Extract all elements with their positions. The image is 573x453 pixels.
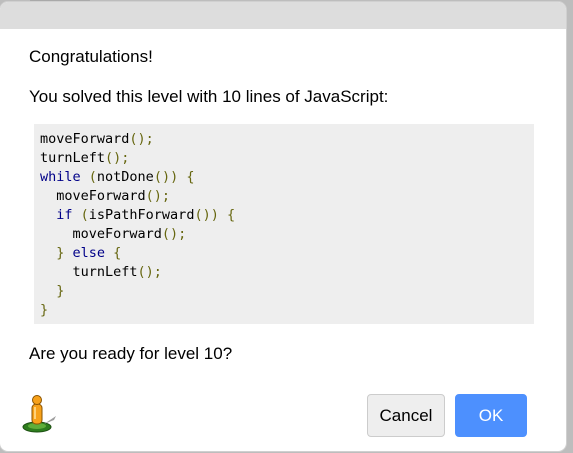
- code-token: (: [80, 169, 97, 185]
- code-token: turnLeft: [40, 150, 106, 166]
- code-listing: moveForward(); turnLeft(); while (notDone(…: [40, 130, 528, 320]
- code-token: ()) {: [153, 169, 195, 185]
- code-line: if (isPathForward()) {: [40, 206, 528, 225]
- code-token: moveForward: [40, 131, 130, 147]
- code-token: {: [105, 245, 122, 261]
- dialog-titlebar: [0, 2, 566, 29]
- code-line: moveForward();: [40, 130, 528, 149]
- code-token: }: [40, 283, 65, 299]
- code-token: ();: [137, 264, 162, 280]
- congrats-heading: Congratulations!: [29, 47, 153, 66]
- solved-message: You solved this level with 10 lines of J…: [29, 87, 389, 106]
- code-token: (: [72, 207, 89, 223]
- code-token: isPathForward: [88, 207, 195, 223]
- code-token: notDone: [96, 169, 154, 185]
- code-token: ();: [129, 131, 154, 147]
- code-line: }: [40, 282, 528, 301]
- code-line: }: [40, 301, 528, 320]
- congratulations-dialog: Congratulations! You solved this level w…: [0, 2, 566, 451]
- code-token: ()) {: [194, 207, 236, 223]
- code-token: turnLeft: [40, 264, 138, 280]
- code-block: moveForward(); turnLeft(); while (notDone(…: [34, 124, 534, 324]
- code-token: moveForward: [40, 188, 146, 204]
- code-token: moveForward: [40, 226, 162, 242]
- ready-question: Are you ready for level 10?: [29, 344, 233, 363]
- code-line: while (notDone()) {: [40, 168, 528, 187]
- cancel-button[interactable]: Cancel: [367, 394, 445, 437]
- code-token: if: [40, 207, 73, 223]
- code-token: while: [40, 169, 81, 185]
- ok-button[interactable]: OK: [455, 394, 527, 437]
- code-line: moveForward();: [40, 225, 528, 244]
- code-token: ();: [161, 226, 187, 242]
- code-line: turnLeft();: [40, 263, 528, 282]
- code-line: moveForward();: [40, 187, 528, 206]
- code-token: else: [72, 245, 106, 261]
- code-line: turnLeft();: [40, 149, 528, 168]
- code-token: ();: [145, 188, 171, 204]
- code-token: }: [40, 245, 73, 261]
- code-token: ();: [105, 150, 130, 166]
- code-line: } else {: [40, 244, 528, 263]
- pegman-icon: [18, 394, 60, 434]
- code-token: }: [40, 302, 49, 318]
